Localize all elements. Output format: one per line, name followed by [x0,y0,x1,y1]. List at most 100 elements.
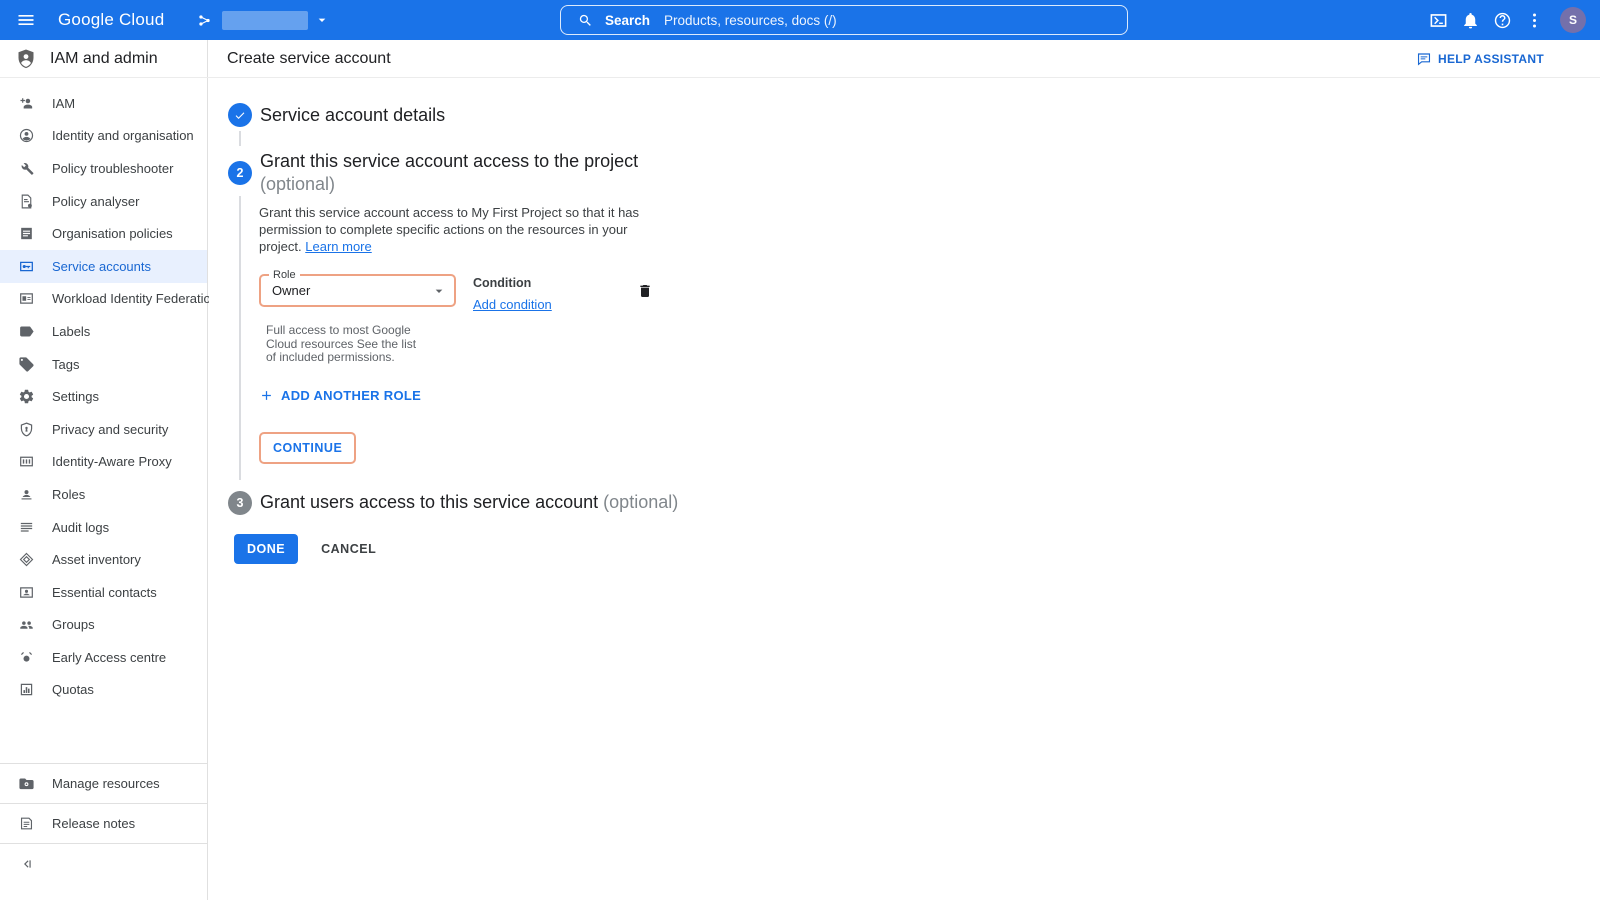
step-1-complete-badge [228,103,252,127]
sidebar-item-organisation-policies[interactable]: Organisation policies [0,217,207,250]
sidebar-item-manage-resources[interactable]: Manage resources [0,763,207,803]
tag-icon [18,356,35,373]
sidebar-item-label: Privacy and security [52,422,168,437]
document-gear-icon [18,193,35,210]
delete-role-icon[interactable] [637,283,653,299]
sidebar-item-groups[interactable]: Groups [0,609,207,642]
done-button[interactable]: DONE [234,534,298,564]
form-actions: DONE CANCEL [234,534,1600,564]
sidebar-item-settings[interactable]: Settings [0,380,207,413]
quota-icon [18,681,35,698]
sidebar-item-tags[interactable]: Tags [0,348,207,381]
search-input[interactable]: Search Products, resources, docs (/) [560,5,1128,35]
folder-gear-icon [18,775,35,792]
sidebar-item-label: Tags [52,357,79,372]
sidebar-item-service-accounts[interactable]: Service accounts [0,250,207,283]
menu-icon[interactable] [16,10,36,30]
sidebar-item-labels[interactable]: Labels [0,315,207,348]
sidebar-item-quotas[interactable]: Quotas [0,674,207,707]
sidebar-item-label: Manage resources [52,776,160,791]
top-app-bar: Google Cloud Search Products, resources,… [0,0,1600,40]
list-icon [18,519,35,536]
redacted-project-name [222,11,308,30]
sidebar-item-label: Groups [52,617,95,632]
notifications-bell-icon[interactable] [1461,11,1480,30]
add-another-role-button[interactable]: ADD ANOTHER ROLE [259,388,421,403]
groups-icon [18,616,35,633]
sidebar-item-workload-identity-federation[interactable]: Workload Identity Federation [0,283,207,316]
sidebar-footer-items: Manage resources Release notes [0,763,207,843]
role-select[interactable]: Role Owner [259,274,456,307]
sidebar-item-label: Workload Identity Federation [52,291,218,306]
sidebar-item-iam[interactable]: IAM [0,87,207,120]
sidebar-item-label: Release notes [52,816,135,831]
condition-label: Condition [473,276,552,290]
add-another-role-label: ADD ANOTHER ROLE [281,388,421,403]
early-access-icon [18,649,35,666]
sidebar-header: IAM and admin [0,40,208,77]
plus-icon [259,388,274,403]
sidebar-item-label: Identity-Aware Proxy [52,454,172,469]
shield-icon [18,421,35,438]
sidebar-item-label: Policy troubleshooter [52,161,173,176]
sidebar-item-label: Identity and organisation [52,128,194,143]
topbar-actions: S [1429,0,1586,40]
learn-more-link[interactable]: Learn more [305,239,371,254]
avatar[interactable]: S [1560,7,1586,33]
sidebar-item-privacy-and-security[interactable]: Privacy and security [0,413,207,446]
sidebar-footer: Manage resources Release notes [0,763,207,900]
step-2-number-badge: 2 [228,161,252,185]
sidebar-item-asset-inventory[interactable]: Asset inventory [0,543,207,576]
add-condition-link[interactable]: Add condition [473,297,552,312]
help-assistant-button[interactable]: HELP ASSISTANT [1416,51,1544,67]
sidebar-item-label: Labels [52,324,90,339]
sidebar-item-label: Organisation policies [52,226,173,241]
search-label: Search [605,13,650,28]
notes-icon [18,815,35,832]
dropdown-arrow-icon [431,283,447,299]
sidebar-item-policy-troubleshooter[interactable]: Policy troubleshooter [0,152,207,185]
step-2-description: Grant this service account access to My … [259,204,651,255]
sidebar-item-label: IAM [52,96,75,111]
search-placeholder: Products, resources, docs (/) [664,13,837,28]
sidebar-item-label: Early Access centre [52,650,166,665]
sidebar-item-label: Policy analyser [52,194,139,209]
sidebar-item-release-notes[interactable]: Release notes [0,803,207,843]
contact-icon [18,584,35,601]
chat-bubble-icon [1416,51,1432,67]
proxy-icon [18,453,35,470]
step-1-title: Service account details [260,105,445,126]
more-options-icon[interactable] [1525,11,1544,30]
sidebar-item-label: Quotas [52,682,94,697]
cancel-button[interactable]: CANCEL [321,542,376,556]
step-connector [239,131,241,146]
google-cloud-logo[interactable]: Google Cloud [58,10,164,30]
project-selector[interactable] [196,11,330,30]
role-row: Role Owner Condition Add condition [259,274,1600,314]
collapse-sidebar-button[interactable] [0,843,207,900]
page-title: Create service account [227,50,391,68]
sidebar-item-essential-contacts[interactable]: Essential contacts [0,576,207,609]
wrench-icon [18,160,35,177]
person-icon [18,127,35,144]
chevron-down-icon [314,12,330,28]
project-icon [196,12,213,29]
sidebar-item-label: Audit logs [52,520,109,535]
help-assistant-label: HELP ASSISTANT [1438,52,1544,66]
role-select-label: Role [269,269,300,281]
sidebar-item-identity-and-organisation[interactable]: Identity and organisation [0,120,207,153]
sidebar-item-policy-analyser[interactable]: Policy analyser [0,185,207,218]
role-helper-text: Full access to most Google Cloud resourc… [266,324,421,365]
step-2-row: 2 Grant this service account access to t… [228,150,1600,196]
sidebar-item-roles[interactable]: Roles [0,478,207,511]
continue-button[interactable]: CONTINUE [259,432,356,464]
sidebar-item-audit-logs[interactable]: Audit logs [0,511,207,544]
sidebar-item-identity-aware-proxy[interactable]: Identity-Aware Proxy [0,446,207,479]
help-icon[interactable] [1493,11,1512,30]
service-account-icon [18,258,35,275]
cloud-shell-icon[interactable] [1429,11,1448,30]
sidebar-item-early-access-centre[interactable]: Early Access centre [0,641,207,674]
article-icon [18,225,35,242]
step-3-title: Grant users access to this service accou… [260,492,678,513]
sidebar-nav: IAM Identity and organisation Policy troub… [0,78,207,706]
